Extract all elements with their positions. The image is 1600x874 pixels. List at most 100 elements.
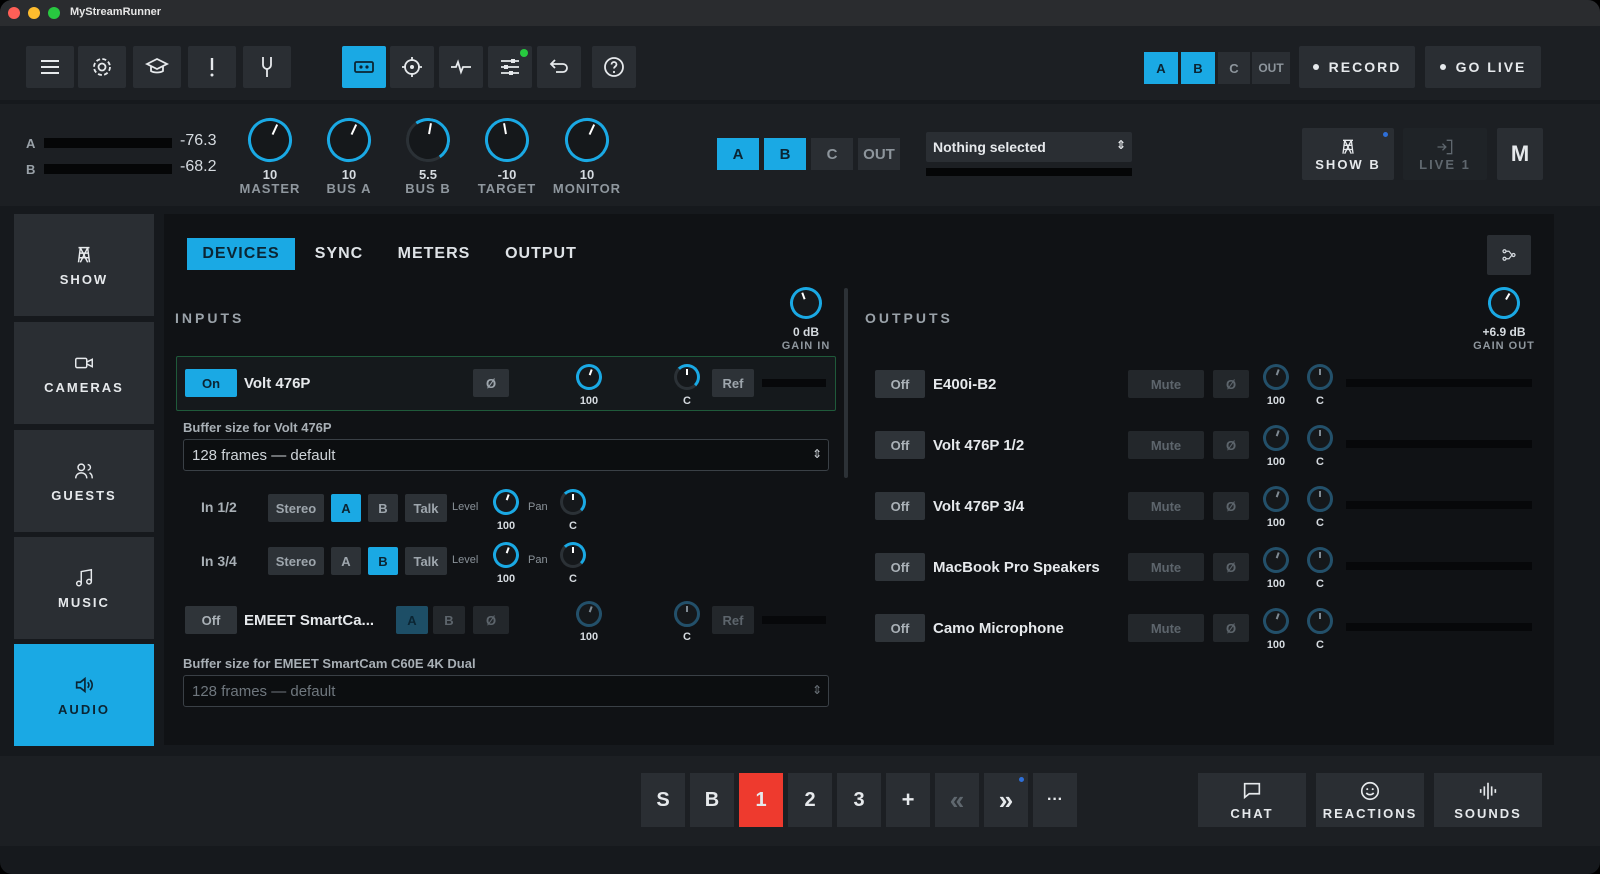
more-button[interactable]: ··· xyxy=(1033,773,1077,827)
reactions-button[interactable]: REACTIONS xyxy=(1316,773,1424,827)
help-button[interactable] xyxy=(592,46,636,88)
target-knob[interactable] xyxy=(481,114,533,166)
buffer-size-2-select[interactable]: 128 frames — default ⇕ xyxy=(183,675,829,707)
zoom-window-button[interactable] xyxy=(48,7,60,19)
output-mute-button[interactable]: Mute xyxy=(1128,370,1204,398)
close-window-button[interactable] xyxy=(8,7,20,19)
input-device-ref-button[interactable]: Ref xyxy=(712,369,754,397)
tab-output[interactable]: OUTPUT xyxy=(497,238,585,270)
bus-segment-c[interactable]: C xyxy=(811,138,853,170)
output-phase-button[interactable]: Ø xyxy=(1213,553,1249,581)
scene-s-button[interactable]: S xyxy=(641,773,685,827)
output-phase-button[interactable]: Ø xyxy=(1213,492,1249,520)
output-toggle[interactable]: Off xyxy=(875,492,925,520)
bus-b-toggle[interactable]: B xyxy=(368,547,398,575)
tab-meters[interactable]: METERS xyxy=(390,238,478,270)
output-phase-button[interactable]: Ø xyxy=(1213,431,1249,459)
settings-button[interactable] xyxy=(78,46,126,88)
output-phase-button[interactable]: Ø xyxy=(1213,370,1249,398)
top-segment-a[interactable]: A xyxy=(1144,52,1178,84)
output-pan-knob[interactable] xyxy=(1307,364,1333,390)
sidebar-item-show[interactable]: SHOW xyxy=(14,214,154,316)
audio-routing-button[interactable] xyxy=(342,46,386,88)
undo-button[interactable] xyxy=(537,46,581,88)
bus-a-toggle[interactable]: A xyxy=(331,494,361,522)
device-2-phase-button[interactable]: Ø xyxy=(473,606,509,634)
sidebar-item-cameras[interactable]: CAMERAS xyxy=(14,322,154,424)
tuning-fork-button[interactable] xyxy=(243,46,291,88)
output-pan-knob[interactable] xyxy=(1307,425,1333,451)
sounds-button[interactable]: SOUNDS xyxy=(1434,773,1542,827)
output-pan-knob[interactable] xyxy=(1307,547,1333,573)
device-2-level-knob[interactable] xyxy=(572,597,606,631)
sidebar-item-music[interactable]: MUSIC xyxy=(14,537,154,639)
gain-out-knob[interactable] xyxy=(1482,281,1526,325)
stereo-button[interactable]: Stereo xyxy=(268,547,324,575)
chat-button[interactable]: CHAT xyxy=(1198,773,1306,827)
gain-in-knob[interactable] xyxy=(785,282,827,324)
live-1-button[interactable]: LIVE 1 xyxy=(1403,128,1487,180)
bus-a-toggle[interactable]: A xyxy=(331,547,361,575)
input-device-phase-button[interactable]: Ø xyxy=(473,369,509,397)
input-device-2-off-toggle[interactable]: Off xyxy=(185,606,237,634)
previous-scene-button[interactable]: « xyxy=(935,773,979,827)
sidebar-item-guests[interactable]: GUESTS xyxy=(14,430,154,532)
alerts-button[interactable] xyxy=(188,46,236,88)
output-mute-button[interactable]: Mute xyxy=(1128,553,1204,581)
top-segment-c[interactable]: C xyxy=(1218,52,1250,84)
output-mute-button[interactable]: Mute xyxy=(1128,614,1204,642)
input-device-pan-knob[interactable] xyxy=(674,364,700,390)
master-knob[interactable] xyxy=(240,110,300,170)
output-toggle[interactable]: Off xyxy=(875,553,925,581)
channel-level-knob[interactable] xyxy=(489,538,523,572)
source-select[interactable]: Nothing selected ⇕ xyxy=(926,132,1132,162)
stereo-button[interactable]: Stereo xyxy=(268,494,324,522)
go-live-button[interactable]: GO LIVE xyxy=(1425,46,1541,88)
waveform-button[interactable] xyxy=(439,46,483,88)
menu-button[interactable] xyxy=(26,46,74,88)
output-toggle[interactable]: Off xyxy=(875,614,925,642)
channel-pan-knob[interactable] xyxy=(560,489,586,515)
top-segment-b[interactable]: B xyxy=(1181,52,1215,84)
output-level-knob[interactable] xyxy=(1259,482,1293,516)
add-scene-button[interactable]: + xyxy=(886,773,930,827)
output-toggle[interactable]: Off xyxy=(875,431,925,459)
device-2-bus-a-toggle[interactable]: A xyxy=(396,606,428,634)
device-2-bus-b-toggle[interactable]: B xyxy=(433,606,465,634)
output-level-knob[interactable] xyxy=(1259,543,1293,577)
output-mute-button[interactable]: Mute xyxy=(1128,431,1204,459)
channel-pan-knob[interactable] xyxy=(560,542,586,568)
bus-b-knob[interactable] xyxy=(402,114,454,166)
monitor-knob[interactable] xyxy=(557,110,617,170)
tab-sync[interactable]: SYNC xyxy=(307,238,371,270)
talk-button[interactable]: Talk xyxy=(405,547,447,575)
scene-3-button[interactable]: 3 xyxy=(837,773,881,827)
bus-a-knob[interactable] xyxy=(319,110,379,170)
output-mute-button[interactable]: Mute xyxy=(1128,492,1204,520)
talk-button[interactable]: Talk xyxy=(405,494,447,522)
bus-segment-b[interactable]: B xyxy=(764,138,806,170)
channel-level-knob[interactable] xyxy=(489,485,523,519)
tab-devices[interactable]: DEVICES xyxy=(187,238,295,270)
output-level-knob[interactable] xyxy=(1259,360,1293,394)
inputs-scrollbar[interactable] xyxy=(844,288,848,478)
minimize-window-button[interactable] xyxy=(28,7,40,19)
top-segment-out[interactable]: OUT xyxy=(1252,52,1290,84)
output-pan-knob[interactable] xyxy=(1307,486,1333,512)
target-button[interactable] xyxy=(390,46,434,88)
bus-segment-a[interactable]: A xyxy=(717,138,759,170)
buffer-size-select[interactable]: 128 frames — default ⇕ xyxy=(183,439,829,471)
scene-b-button[interactable]: B xyxy=(690,773,734,827)
output-pan-knob[interactable] xyxy=(1307,608,1333,634)
output-phase-button[interactable]: Ø xyxy=(1213,614,1249,642)
tutorial-button[interactable] xyxy=(133,46,181,88)
record-button[interactable]: RECORD xyxy=(1299,46,1415,88)
input-device-on-toggle[interactable]: On xyxy=(185,369,237,397)
m-button[interactable]: M xyxy=(1497,128,1543,180)
bus-segment-out[interactable]: OUT xyxy=(858,138,900,170)
output-level-knob[interactable] xyxy=(1259,421,1293,455)
show-b-button[interactable]: SHOW B xyxy=(1302,128,1394,180)
bus-b-toggle[interactable]: B xyxy=(368,494,398,522)
scene-1-button[interactable]: 1 xyxy=(739,773,783,827)
mixer-button[interactable] xyxy=(488,46,532,88)
